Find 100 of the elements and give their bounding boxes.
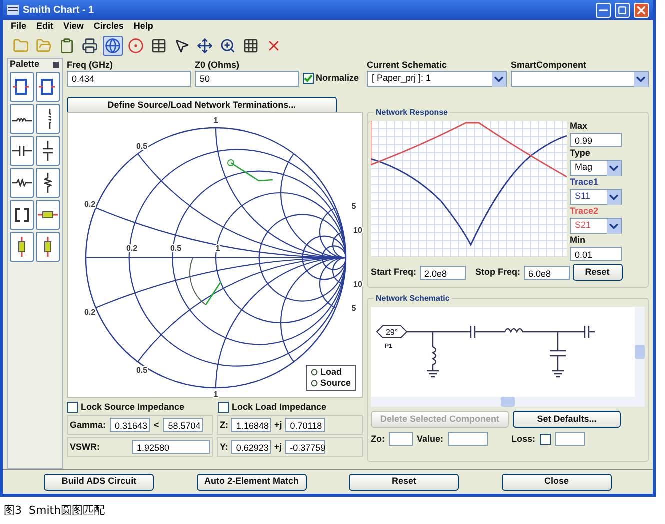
caret-icon: [606, 218, 621, 234]
smart-component-label: SmartComponent: [511, 60, 588, 71]
chart-scale-label: 10: [354, 280, 362, 289]
chart-scale-label: 10: [354, 226, 362, 235]
target-icon[interactable]: [126, 36, 146, 56]
gamma-magnitude-field[interactable]: 0.31643: [110, 418, 150, 432]
palette-button[interactable]: [10, 232, 34, 262]
chart-scale-label: 0.2: [84, 200, 96, 209]
printer-icon[interactable]: [80, 36, 100, 56]
set-defaults-button[interactable]: Set Defaults...: [512, 411, 621, 428]
zo-field[interactable]: [388, 432, 413, 446]
vswr-field[interactable]: 1.92580: [132, 440, 210, 454]
stop-freq-label: Stop Freq:: [476, 267, 520, 278]
port-icon: [38, 79, 58, 95]
gamma-label: Gamma:: [70, 420, 106, 430]
start-freq-field[interactable]: 2.0e8: [420, 266, 466, 280]
min-label: Min: [570, 235, 586, 246]
z0-field[interactable]: 50: [194, 71, 299, 87]
chart-scale-label: 5: [352, 304, 356, 313]
imaginary-unit: +j: [274, 420, 282, 430]
real-part-field[interactable]: 0.62923: [231, 440, 272, 454]
value-label: Value:: [416, 434, 444, 444]
zo-label: Zo:: [370, 434, 385, 444]
palette-button[interactable]: [10, 72, 34, 102]
move-icon[interactable]: [195, 36, 215, 56]
trace-dropdown[interactable]: S21: [570, 218, 622, 234]
type-dropdown[interactable]: Mag: [570, 160, 622, 176]
chart-scale-label: 5: [352, 202, 356, 211]
start-freq-label: Start Freq:: [370, 267, 416, 278]
imaginary-unit: +j: [274, 442, 282, 452]
trace-label: Trace1: [570, 177, 600, 188]
loss-checkbox[interactable]: [540, 434, 551, 444]
app-icon: [7, 5, 19, 15]
reset-plot-button[interactable]: Reset: [572, 264, 622, 281]
menu-item[interactable]: File: [11, 20, 27, 34]
lock-load-checkbox[interactable]: [218, 402, 229, 413]
max-label: Max: [570, 121, 588, 132]
type-label: Type: [570, 148, 592, 159]
z0-label: Z0 (Ohms): [194, 60, 240, 71]
impedance-label: Z:: [220, 420, 228, 430]
globe-icon[interactable]: [103, 36, 123, 56]
caret-icon: [634, 72, 648, 86]
max-field[interactable]: 0.99: [570, 133, 622, 147]
palette-button[interactable]: [10, 200, 34, 230]
caret-icon: [492, 72, 506, 86]
lock-source-checkbox[interactable]: [66, 402, 78, 413]
palette-button[interactable]: [36, 232, 60, 262]
chart-scale-label: 1: [214, 116, 218, 125]
palette-button[interactable]: [36, 72, 60, 102]
palette-button[interactable]: [36, 136, 60, 166]
palette-button[interactable]: [36, 200, 60, 230]
real-part-field[interactable]: 1.16848: [231, 418, 272, 432]
palette-button[interactable]: [36, 168, 60, 198]
palette-button[interactable]: [10, 136, 34, 166]
window-title: Smith Chart - 1: [23, 4, 96, 18]
imaginary-part-field[interactable]: -0.37759: [285, 440, 326, 454]
series-inductor-icon: [11, 116, 33, 122]
gamma-angle-field[interactable]: 58.5704: [163, 418, 204, 432]
menu-item[interactable]: Edit: [36, 20, 54, 34]
chart-scale-label: 0.5: [136, 366, 148, 375]
min-field[interactable]: 0.01: [570, 247, 622, 261]
impedance-label: Y:: [220, 442, 228, 452]
dialog-button[interactable]: Build ADS Circuit: [44, 474, 154, 490]
palette-button[interactable]: [36, 104, 60, 134]
shunt-capacitor-icon: [42, 140, 54, 162]
normalize-checkbox[interactable]: [302, 73, 314, 84]
stop-freq-field[interactable]: 6.0e8: [524, 266, 570, 280]
schematic-dropdown[interactable]: [ Paper_prj ]: 1: [367, 71, 507, 87]
chart-scale-label: 1: [214, 390, 218, 399]
dialog-button[interactable]: Close: [502, 474, 612, 490]
menu-item[interactable]: Circles: [94, 20, 124, 34]
value-field[interactable]: [448, 432, 488, 446]
close-icon[interactable]: [634, 2, 649, 18]
current-schematic-label: Current Schematic: [367, 60, 448, 71]
legend-label: Load: [320, 367, 342, 378]
horizontal-scrollbar[interactable]: [370, 397, 645, 407]
freq-label: Freq (GHz): [66, 60, 114, 71]
caret-icon: [606, 160, 621, 176]
loss-label: Loss:: [512, 434, 536, 444]
dialog-button[interactable]: Reset: [349, 474, 460, 490]
imaginary-part-field[interactable]: 0.70118: [285, 418, 326, 432]
trace-dropdown[interactable]: S11: [570, 189, 622, 205]
palette-button[interactable]: [10, 104, 34, 134]
menu-item[interactable]: View: [64, 20, 84, 34]
port-icon: [12, 79, 32, 95]
loss-field[interactable]: [554, 432, 585, 446]
trace-label: Trace2: [570, 206, 600, 217]
minimize-icon[interactable]: [596, 2, 611, 18]
lock-load-label: Lock Load Impedance: [232, 402, 327, 413]
lock-source-label: Lock Source Impedance: [80, 402, 185, 413]
vswr-label: VSWR:: [70, 442, 100, 452]
maximize-icon[interactable]: [615, 2, 630, 18]
palette-button[interactable]: [10, 168, 34, 198]
menu-item[interactable]: Help: [134, 20, 154, 34]
dialog-button[interactable]: Auto 2-Element Match: [196, 474, 307, 490]
freq-field[interactable]: 0.434: [66, 71, 191, 87]
series-capacitor-icon: [11, 145, 33, 157]
vertical-scrollbar[interactable]: [635, 307, 645, 397]
palette-title: Palette: [10, 59, 40, 70]
smart-component-dropdown[interactable]: [511, 71, 649, 87]
